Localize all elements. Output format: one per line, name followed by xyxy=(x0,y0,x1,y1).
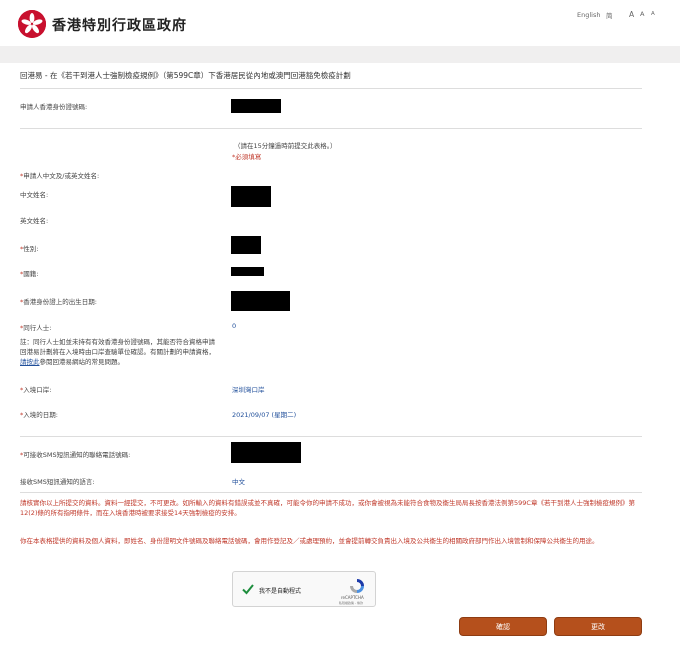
divider xyxy=(20,128,642,129)
recaptcha-label: 我不是自動程式 xyxy=(259,588,302,595)
checkmark-icon[interactable] xyxy=(241,582,255,596)
submit-hint: （請在15分鐘過時前提交此表格。） xyxy=(234,142,337,150)
phone-label: *可接收SMS短訊通知的聯絡電話號碼: xyxy=(20,451,131,459)
hksar-emblem-icon xyxy=(18,10,46,38)
privacy-notice: 你在本表格提供的資料及個人資料，即姓名、身份證明文件號碼及聯絡電話號碼，會用作登… xyxy=(20,537,599,545)
faq-link[interactable]: 請按此 xyxy=(20,358,40,366)
divider xyxy=(20,492,642,493)
recaptcha-logo-icon xyxy=(350,579,364,593)
divider xyxy=(20,88,642,89)
required-note: *必須填寫 xyxy=(232,153,262,161)
font-size-medium-button[interactable]: A xyxy=(640,10,644,18)
sms-language-label: 接收SMS短訊通知的語言: xyxy=(20,478,95,486)
recaptcha-brand: reCAPTCHA xyxy=(341,595,364,600)
redacted-chinese-name xyxy=(231,186,271,207)
font-size-small-button[interactable]: A xyxy=(651,11,655,17)
companion-remark: 註：同行人士如並未持有有效香港身份證號碼，其能否符合資格申請回港易計劃將在入境時… xyxy=(20,338,215,366)
lang-simplified-link[interactable]: 简 xyxy=(606,10,613,20)
site-header: 香港特別行政區政府 English 简 A A A xyxy=(0,0,680,46)
redacted-gender xyxy=(231,236,261,254)
redacted-phone xyxy=(231,442,301,463)
recaptcha-terms-link[interactable]: 私隱權政策 - 條款 xyxy=(339,601,363,605)
date-value: 2021/09/07 (星期二) xyxy=(232,411,297,419)
divider xyxy=(20,436,642,437)
companion-label: *同行人士: xyxy=(20,324,52,332)
nationality-label: *國籍: xyxy=(20,270,39,278)
gov-title: 香港特別行政區政府 xyxy=(52,18,187,34)
companion-value: 0 xyxy=(232,322,237,330)
sms-language-value: 中文 xyxy=(232,478,245,486)
verification-warning: 請核實你以上所提交的資料。資料一經提交，不可更改。如所輸入的資料有錯誤或並不真確… xyxy=(20,499,635,517)
chinese-name-label: 中文姓名: xyxy=(20,191,49,199)
header-banner xyxy=(0,46,680,63)
modify-button[interactable]: 更改 xyxy=(554,617,642,636)
port-label: *入境口岸: xyxy=(20,386,52,394)
redacted-dob xyxy=(231,291,290,311)
dob-label: *香港身份證上的出生日期: xyxy=(20,298,97,306)
hkid-label: 申請人香港身份證號碼: xyxy=(20,103,88,111)
lang-english-link[interactable]: English xyxy=(577,11,600,19)
gender-label: *性別: xyxy=(20,245,39,253)
page-title: 回港易 - 在《若干到港人士強制檢疫規例》（第599C章）下香港居民從內地或澳門… xyxy=(20,71,351,80)
date-label: *入境的日期: xyxy=(20,411,58,419)
recaptcha-widget[interactable]: 我不是自動程式 reCAPTCHA 私隱權政策 - 條款 xyxy=(232,571,376,607)
confirm-button[interactable]: 確認 xyxy=(459,617,547,636)
redacted-nationality xyxy=(231,267,264,276)
name-label: *申請人中文及/或英文姓名: xyxy=(20,172,100,180)
font-size-large-button[interactable]: A xyxy=(629,10,634,19)
port-value: 深圳灣口岸 xyxy=(232,386,265,394)
redacted-hkid xyxy=(231,99,281,113)
english-name-label: 英文姓名: xyxy=(20,217,49,225)
